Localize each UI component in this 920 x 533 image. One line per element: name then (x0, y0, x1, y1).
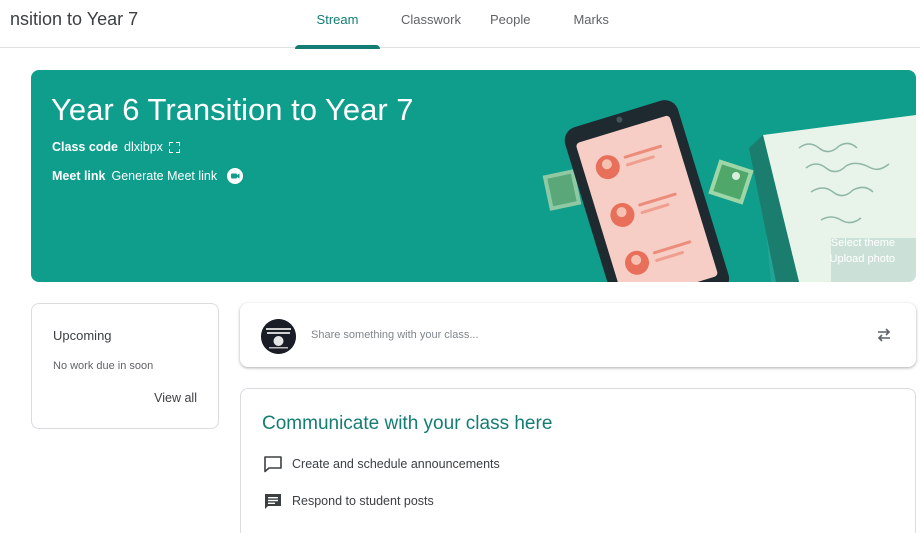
repost-icon[interactable] (874, 325, 894, 345)
avatar (261, 319, 296, 354)
communicate-item-label: Respond to student posts (292, 494, 434, 508)
view-all-link[interactable]: View all (154, 391, 197, 405)
expand-icon[interactable] (168, 141, 180, 153)
tab-stream[interactable]: Stream (295, 0, 380, 49)
comments-icon (265, 494, 281, 509)
generate-meet-link[interactable]: Generate Meet link (112, 169, 218, 183)
communicate-title: Communicate with your class here (262, 413, 553, 434)
tab-people[interactable]: People (490, 0, 530, 48)
tab-people-label: People (489, 12, 531, 27)
active-tab-indicator (295, 45, 380, 49)
tab-bar: Stream Classwork People Marks (295, 0, 609, 49)
class-code-row: Class code dlxibpx (52, 140, 180, 154)
meet-link-row: Meet link Generate Meet link (52, 168, 244, 184)
class-code-label: Class code (52, 140, 119, 154)
communicate-card: Communicate with your class here Create … (240, 388, 916, 533)
tab-stream-label: Stream (316, 12, 359, 27)
tab-marks-label: Marks (573, 12, 609, 27)
upcoming-card: Upcoming No work due in soon View all (31, 303, 219, 429)
meet-icon[interactable] (227, 168, 244, 184)
banner-actions: Select theme Upload photo (830, 235, 895, 267)
class-code-value: dlxibpx (124, 140, 163, 154)
tab-marks[interactable]: Marks (573, 0, 608, 48)
communicate-item-posts: Respond to student posts (263, 492, 434, 510)
class-banner: Year 6 Transition to Year 7 Class code d… (31, 70, 916, 282)
tab-classwork[interactable]: Classwork (401, 0, 461, 48)
share-box[interactable]: Share something with your class... (240, 303, 916, 367)
class-name-heading: Year 6 Transition to Year 7 (51, 92, 414, 127)
upload-photo-link[interactable]: Upload photo (830, 251, 895, 267)
share-input[interactable]: Share something with your class... (311, 329, 479, 341)
communicate-item-label: Create and schedule announcements (292, 457, 500, 471)
communicate-item-announcements: Create and schedule announcements (263, 455, 500, 473)
upcoming-message: No work due in soon (53, 360, 154, 372)
tab-classwork-label: Classwork (401, 12, 461, 27)
meet-link-label: Meet link (52, 169, 106, 183)
top-bar: nsition to Year 7 Stream Classwork Peopl… (0, 0, 920, 49)
class-title: nsition to Year 7 (10, 9, 139, 29)
upcoming-title: Upcoming (53, 328, 112, 343)
announcement-icon (264, 456, 282, 473)
select-theme-link[interactable]: Select theme (830, 235, 895, 251)
